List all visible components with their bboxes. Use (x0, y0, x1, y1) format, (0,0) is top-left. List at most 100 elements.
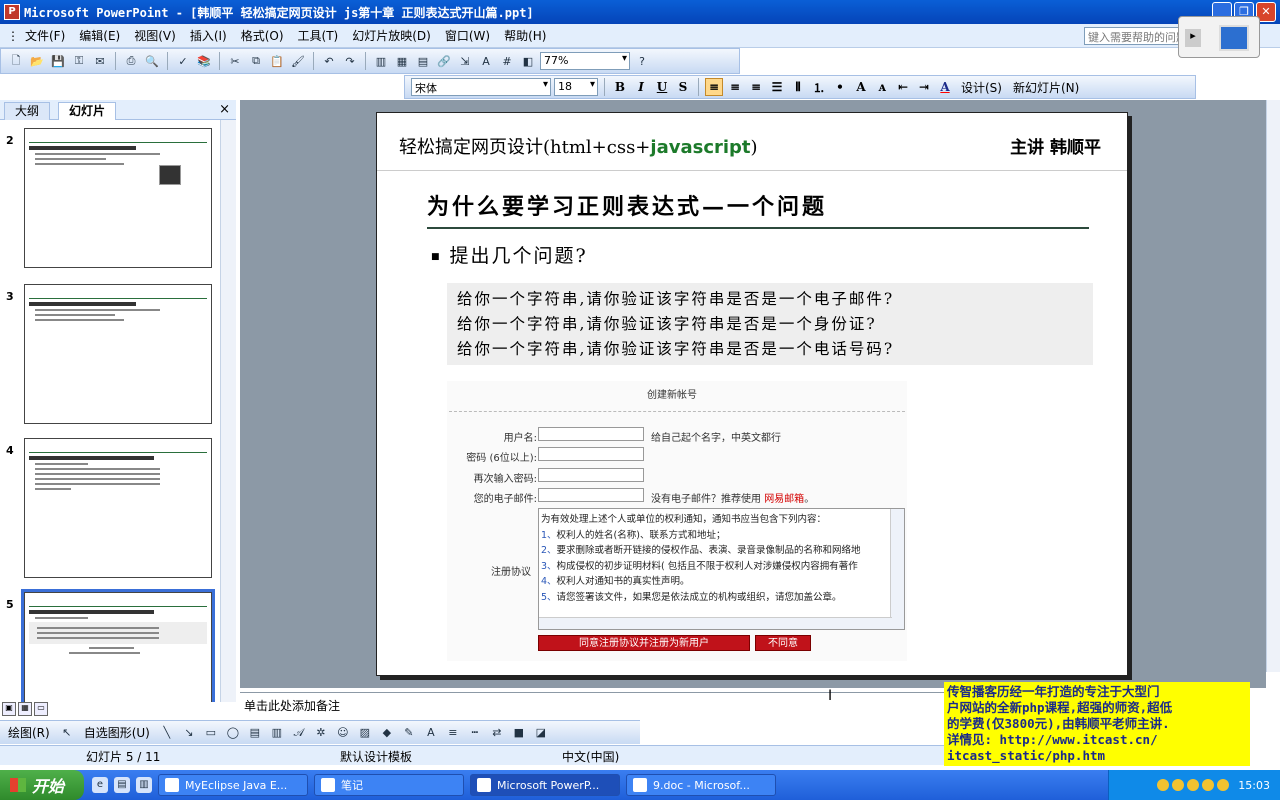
rectangle-icon[interactable]: ▭ (202, 724, 220, 742)
open-icon[interactable]: 📂 (28, 52, 46, 70)
table-icon[interactable]: ▦ (393, 52, 411, 70)
shadow-button[interactable]: S (674, 78, 692, 96)
copy-icon[interactable]: ⧉ (247, 52, 265, 70)
diagram-icon[interactable]: ✲ (312, 724, 330, 742)
distribute-icon[interactable]: ☰ (768, 78, 786, 96)
hyperlink-icon[interactable]: 🔗 (435, 52, 453, 70)
quick-launch-icon[interactable]: ▥ (136, 777, 152, 793)
tray-icon[interactable] (1187, 779, 1200, 791)
help-icon[interactable]: ? (633, 52, 651, 70)
arrow-style-icon[interactable]: ⇄ (488, 724, 506, 742)
dash-style-icon[interactable]: ┅ (466, 724, 484, 742)
slides-pane-scrollbar[interactable] (220, 120, 236, 702)
menu-slideshow[interactable]: 幻灯片放映(D) (345, 27, 438, 44)
increase-indent-icon[interactable]: ⇥ (915, 78, 933, 96)
italic-button[interactable]: I (632, 78, 650, 96)
menu-window[interactable]: 窗口(W) (438, 27, 497, 44)
start-button[interactable]: 开始 (0, 770, 84, 800)
align-center-icon[interactable]: ≡ (726, 78, 744, 96)
normal-view-icon[interactable]: ▣ (2, 702, 16, 716)
tray-icon[interactable] (1172, 779, 1185, 791)
menu-help[interactable]: 帮助(H) (497, 27, 553, 44)
browser-icon[interactable]: e (92, 777, 108, 793)
slide-thumbnail[interactable] (24, 284, 212, 424)
notes-input[interactable]: 单击此处添加备注 (240, 692, 946, 716)
clock[interactable]: 15:03 (1238, 779, 1270, 792)
slide-canvas[interactable]: 轻松搞定网页设计(html+css+javascript) 主讲 韩顺平 为什么… (376, 112, 1128, 676)
tray-icon[interactable] (1202, 779, 1215, 791)
slide-thumbnail[interactable] (24, 438, 212, 578)
clipart-icon[interactable]: ☺ (334, 724, 352, 742)
slide-bullet[interactable]: 提出几个问题? (431, 241, 588, 268)
show-formatting-icon[interactable]: A (477, 52, 495, 70)
tray-icon[interactable] (1217, 779, 1230, 791)
picture-icon[interactable]: ▨ (356, 724, 374, 742)
color-grayscale-icon[interactable]: ◧ (519, 52, 537, 70)
research-icon[interactable]: 📚 (195, 52, 213, 70)
autoshapes-button[interactable]: 自选图形(U) (80, 724, 154, 741)
oval-icon[interactable]: ◯ (224, 724, 242, 742)
decrease-font-icon[interactable]: ᴀ (873, 78, 891, 96)
text-direction-icon[interactable]: ⫴ (789, 78, 807, 96)
save-icon[interactable]: 💾 (49, 52, 67, 70)
slide-thumbnail-row[interactable]: 5 (0, 584, 220, 702)
slide-title[interactable]: 为什么要学习正则表达式—一个问题 (427, 189, 827, 221)
zoom-select[interactable]: 77% (540, 52, 630, 70)
line-icon[interactable]: ╲ (158, 724, 176, 742)
chart-icon[interactable]: ▥ (372, 52, 390, 70)
arrow-right-icon[interactable]: ▸ (1185, 29, 1201, 47)
font-color-icon[interactable]: A (936, 78, 954, 96)
font-color-icon[interactable]: A (422, 724, 440, 742)
line-color-icon[interactable]: ✎ (400, 724, 418, 742)
slide-thumbnail-row[interactable]: 2 (0, 120, 220, 268)
task-myeclipse[interactable]: MyEclipse Java E... (158, 774, 308, 796)
tab-slides[interactable]: 幻灯片 (58, 102, 117, 120)
questions-box[interactable]: 给你一个字符串,请你验证该字符串是否是一个电子邮件? 给你一个字符串,请你验证该… (447, 283, 1093, 365)
menu-edit[interactable]: 编辑(E) (72, 27, 127, 44)
arrow-icon[interactable]: ↘ (180, 724, 198, 742)
quick-launch-icon[interactable]: ▤ (114, 777, 130, 793)
slide-thumbnail[interactable] (24, 128, 212, 268)
task-word[interactable]: 9.doc - Microsof... (626, 774, 776, 796)
permission-icon[interactable]: ⚿ (70, 52, 88, 70)
cut-icon[interactable]: ✂ (226, 52, 244, 70)
slide-thumbnail-selected[interactable] (21, 589, 215, 702)
menu-insert[interactable]: 插入(I) (183, 27, 234, 44)
tables-borders-icon[interactable]: ▤ (414, 52, 432, 70)
align-left-icon[interactable]: ≡ (705, 78, 723, 96)
tab-outline[interactable]: 大纲 (4, 102, 51, 120)
close-icon[interactable]: × (219, 102, 230, 117)
paste-icon[interactable]: 📋 (268, 52, 286, 70)
menu-file[interactable]: 文件(F) (18, 27, 72, 44)
align-right-icon[interactable]: ≡ (747, 78, 765, 96)
font-size-select[interactable]: 18 (554, 78, 598, 96)
task-powerpoint[interactable]: Microsoft PowerP... (470, 774, 620, 796)
help-search-input[interactable]: 键入需要帮助的问题 (1084, 27, 1180, 45)
print-preview-icon[interactable]: 🔍 (143, 52, 161, 70)
print-icon[interactable]: ⎙ (122, 52, 140, 70)
email-icon[interactable]: ✉ (91, 52, 109, 70)
fill-color-icon[interactable]: ◆ (378, 724, 396, 742)
design-button[interactable]: 设计(S) (957, 79, 1006, 96)
decrease-indent-icon[interactable]: ⇤ (894, 78, 912, 96)
bullets-icon[interactable]: • (831, 78, 849, 96)
floating-widget[interactable]: ▸ (1178, 16, 1260, 58)
menu-format[interactable]: 格式(O) (234, 27, 291, 44)
expand-icon[interactable]: ⇲ (456, 52, 474, 70)
slide-thumbnail-row[interactable]: 4 (0, 430, 220, 578)
new-slide-button[interactable]: 新幻灯片(N) (1009, 79, 1083, 96)
3d-style-icon[interactable]: ◪ (532, 724, 550, 742)
sorter-view-icon[interactable]: ▦ (18, 702, 32, 716)
menu-view[interactable]: 视图(V) (127, 27, 183, 44)
tray-icon[interactable] (1157, 779, 1170, 791)
increase-font-icon[interactable]: A (852, 78, 870, 96)
bold-button[interactable]: B (611, 78, 629, 96)
underline-button[interactable]: U (653, 78, 671, 96)
slideshow-view-icon[interactable]: ▭ (34, 702, 48, 716)
numbering-icon[interactable]: ⒈ (810, 78, 828, 96)
signup-form-image[interactable]: 创建新帐号 用户名: 给自己起个名字，中英文都行 密码 (6位以上): 再次输入… (447, 381, 907, 661)
redo-icon[interactable]: ↷ (341, 52, 359, 70)
editor-scrollbar[interactable] (1266, 100, 1280, 672)
line-style-icon[interactable]: ≡ (444, 724, 462, 742)
vertical-textbox-icon[interactable]: ▥ (268, 724, 286, 742)
